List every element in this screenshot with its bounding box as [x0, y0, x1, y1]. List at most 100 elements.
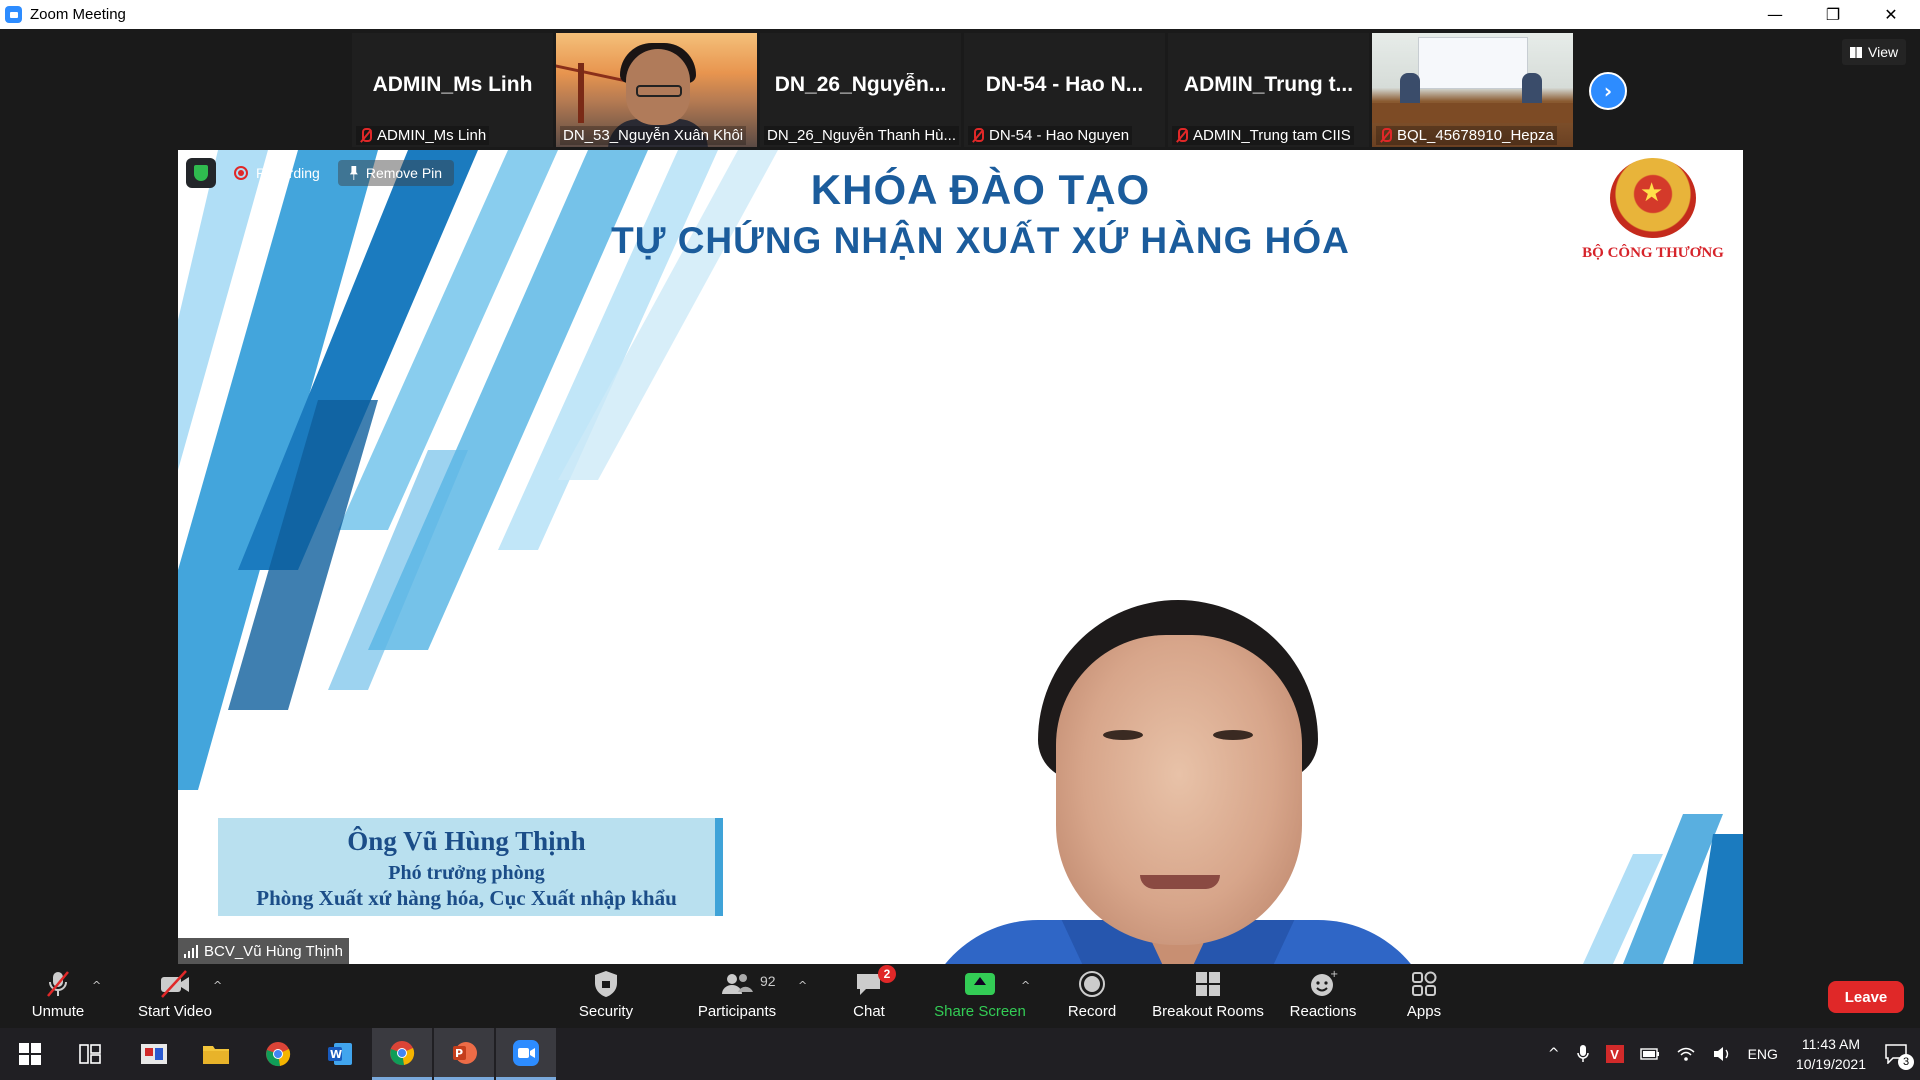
- start-video-button[interactable]: Start Video: [132, 965, 218, 1028]
- minimize-button[interactable]: —: [1746, 0, 1804, 29]
- view-button[interactable]: View: [1842, 39, 1907, 65]
- share-options-chevron-icon[interactable]: ^: [1021, 979, 1030, 992]
- taskbar-app[interactable]: [124, 1028, 184, 1080]
- participant-name-label: DN_26_Nguyễn Thanh Hù...: [764, 126, 960, 145]
- wifi-icon[interactable]: [1676, 1046, 1696, 1062]
- participant-big-name: ADMIN_Trung t...: [1183, 73, 1354, 96]
- unmute-button[interactable]: Unmute: [22, 965, 94, 1028]
- chat-icon: 2: [854, 965, 896, 999]
- meeting-area: ADMIN_Ms Linh ADMIN_Ms Linh DN_53_Nguyễn…: [0, 29, 1920, 965]
- participant-tile[interactable]: DN_53_Nguyễn Xuân Khôi: [556, 33, 757, 147]
- mic-muted-icon: [1379, 127, 1392, 144]
- recording-indicator[interactable]: Recording: [226, 161, 328, 185]
- taskbar-app[interactable]: P: [434, 1028, 494, 1080]
- speaker-name: BCV_Vũ Hùng Thịnh: [204, 942, 343, 960]
- participants-options-chevron-icon[interactable]: ^: [798, 979, 807, 992]
- security-button[interactable]: Security: [570, 965, 642, 1028]
- breakout-rooms-icon: [1193, 969, 1223, 999]
- participants-icon: 92: [720, 969, 776, 999]
- participant-video: [1418, 37, 1528, 89]
- participant-name-label: ADMIN_Ms Linh: [356, 126, 490, 145]
- windows-logo-icon: [19, 1043, 41, 1065]
- encryption-shield-icon[interactable]: [186, 158, 216, 188]
- participant-tile[interactable]: ADMIN_Trung t... ADMIN_Trung tam CIIS: [1168, 33, 1369, 147]
- participant-name-label: BQL_45678910_Hepza: [1376, 126, 1557, 145]
- clock[interactable]: 11:43 AM 10/19/2021: [1796, 1034, 1866, 1074]
- windows-start-button[interactable]: [0, 1028, 60, 1080]
- window-title: Zoom Meeting: [30, 6, 126, 23]
- participant-name: DN_53_Nguyễn Xuân Khôi: [563, 127, 744, 144]
- slide-decoration: [1583, 814, 1743, 964]
- chevron-right-icon: ›: [1603, 79, 1613, 103]
- record-label: Record: [1067, 1003, 1117, 1020]
- reactions-button[interactable]: + Reactions: [1288, 965, 1358, 1028]
- participant-tile[interactable]: DN_26_Nguyễn... DN_26_Nguyễn Thanh Hù...: [760, 33, 961, 147]
- unmute-label: Unmute: [31, 1003, 85, 1020]
- zoom-app-icon: [5, 6, 22, 23]
- battery-icon[interactable]: [1639, 1048, 1660, 1060]
- record-button[interactable]: Record: [1062, 965, 1122, 1028]
- participant-tile[interactable]: ADMIN_Ms Linh ADMIN_Ms Linh: [352, 33, 553, 147]
- remove-pin-button[interactable]: Remove Pin: [337, 160, 455, 186]
- participant-big-name: DN_26_Nguyễn...: [774, 73, 947, 96]
- remove-pin-label: Remove Pin: [365, 165, 443, 181]
- close-button[interactable]: ✕: [1862, 0, 1920, 29]
- star-icon: ★: [1640, 178, 1664, 208]
- notifications-button[interactable]: 3: [1876, 1028, 1916, 1080]
- microphone-icon[interactable]: [1576, 1044, 1590, 1064]
- speaker-name-label: BCV_Vũ Hùng Thịnh: [178, 938, 349, 964]
- participant-tile[interactable]: DN-54 - Hao N... DN-54 - Hao Nguyen: [964, 33, 1165, 147]
- mic-muted-icon: [1175, 127, 1188, 144]
- svg-text:+: +: [1330, 969, 1338, 980]
- taskbar-app[interactable]: [372, 1028, 432, 1080]
- svg-text:W: W: [330, 1048, 342, 1061]
- task-view-button[interactable]: [60, 1028, 120, 1080]
- chrome-profile-icon: [390, 1040, 415, 1065]
- presenter-name-card: Ông Vũ Hùng Thịnh Phó trưởng phòng Phòng…: [218, 818, 723, 916]
- participant-name-label: ADMIN_Trung tam CIIS: [1172, 126, 1354, 145]
- language-indicator[interactable]: ENG: [1748, 1046, 1778, 1062]
- taskbar-app[interactable]: W: [310, 1028, 370, 1080]
- powerpoint-icon: P: [453, 1041, 477, 1064]
- recording-label: Recording: [256, 165, 320, 181]
- presenter-video: [1213, 730, 1253, 740]
- breakout-rooms-button[interactable]: Breakout Rooms: [1148, 965, 1268, 1028]
- show-hidden-icons-icon[interactable]: ^: [1548, 1046, 1560, 1062]
- restore-button[interactable]: ❐: [1804, 0, 1862, 29]
- ministry-emblem: ★: [1610, 158, 1696, 238]
- participant-name-label: DN-54 - Hao Nguyen: [968, 126, 1133, 145]
- svg-text:P: P: [455, 1047, 463, 1060]
- leave-button[interactable]: Leave: [1828, 981, 1904, 1013]
- presenter-video: [1140, 875, 1220, 889]
- chat-label: Chat: [853, 1003, 885, 1020]
- zoom-icon: [513, 1039, 539, 1066]
- share-screen-button[interactable]: Share Screen: [932, 965, 1028, 1028]
- clock-date: 10/19/2021: [1795, 1056, 1866, 1072]
- notification-count: 3: [1898, 1054, 1914, 1070]
- chrome-icon: [266, 1042, 291, 1067]
- antivirus-icon[interactable]: V: [1605, 1045, 1624, 1063]
- participant-name: ADMIN_Ms Linh: [377, 127, 487, 144]
- chat-badge: 2: [878, 965, 896, 983]
- audio-options-chevron-icon[interactable]: ^: [92, 979, 101, 992]
- shield-icon: [592, 969, 620, 999]
- file-explorer-icon: [203, 1046, 229, 1064]
- video-options-chevron-icon[interactable]: ^: [213, 979, 222, 992]
- next-page-button[interactable]: ›: [1589, 72, 1627, 110]
- apps-button[interactable]: Apps: [1400, 965, 1448, 1028]
- taskbar-app[interactable]: [186, 1028, 246, 1080]
- taskbar-app[interactable]: [248, 1028, 308, 1080]
- participants-label: Participants: [697, 1003, 777, 1020]
- security-label: Security: [578, 1003, 634, 1020]
- apps-label: Apps: [1406, 1003, 1442, 1020]
- taskbar-app[interactable]: [496, 1028, 556, 1080]
- participant-tile[interactable]: BQL_45678910_Hepza: [1372, 33, 1573, 147]
- meeting-toolbar: Unmute ^ Start Video ^ Security 92 Parti…: [0, 965, 1920, 1028]
- volume-icon[interactable]: [1712, 1046, 1732, 1062]
- slide-subtitle: TỰ CHỨNG NHẬN XUẤT XỨ HÀNG HÓA: [611, 220, 1350, 261]
- participants-button[interactable]: 92 Participants: [694, 965, 780, 1028]
- chat-button[interactable]: 2 Chat: [846, 965, 896, 1028]
- video-background: [578, 63, 584, 123]
- meeting-overlay-controls: Recording Remove Pin: [186, 158, 455, 188]
- mic-muted-icon: [971, 127, 984, 144]
